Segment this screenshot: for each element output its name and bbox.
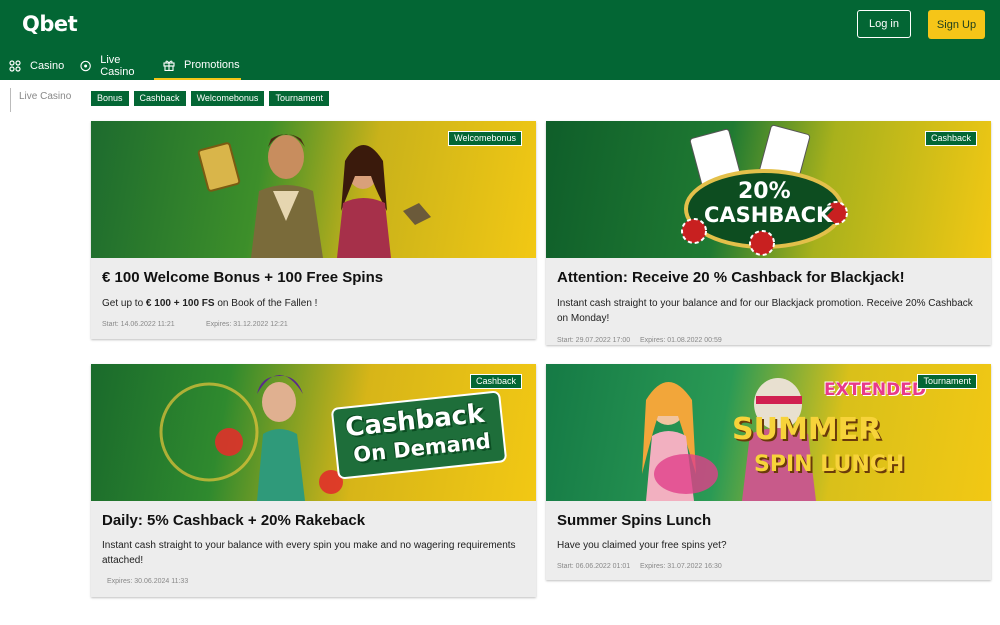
card-tag-cashback: Cashback xyxy=(924,131,977,146)
live-casino-icon xyxy=(80,60,91,72)
nav-item-live-casino[interactable]: Live Casino xyxy=(73,52,154,80)
nav-live-casino-label: Live Casino xyxy=(100,54,135,78)
card-title: Daily: 5% Cashback + 20% Rakeback xyxy=(102,512,366,529)
card-tag-tournament: Tournament xyxy=(917,374,977,389)
card-description: Instant cash straight to your balance wi… xyxy=(102,540,516,566)
card-description: Get up to € 100 + 100 FS on Book of the … xyxy=(102,298,318,309)
card-description: Have you claimed your free spins yet? xyxy=(557,540,727,551)
card-expiry-date: Expires: 31.07.2022 16:30 xyxy=(640,563,722,570)
filter-tag-welcomebonus[interactable]: Welcomebonus xyxy=(190,91,265,106)
promo-card-welcome[interactable]: Welcomebonus € 100 Welcome Bonus + 100 F… xyxy=(91,121,536,339)
card-title: Summer Spins Lunch xyxy=(557,512,712,529)
casino-icon xyxy=(9,60,21,72)
nav-promotions-label: Promotions xyxy=(184,59,240,71)
card-title: Attention: Receive 20 % Cashback for Bla… xyxy=(557,269,905,286)
promo-banner-welcome: Welcomebonus xyxy=(91,121,536,258)
card-description: Instant cash straight to your balance an… xyxy=(557,298,973,324)
main-nav: Casino Live Casino Promotions xyxy=(0,52,241,80)
banner-text-extended: EXTENDED xyxy=(824,380,926,400)
filter-tag-bonus[interactable]: Bonus xyxy=(91,91,129,106)
sidebar-item-live-casino[interactable]: Live Casino xyxy=(19,91,71,102)
filter-tag-tournament[interactable]: Tournament xyxy=(269,91,329,106)
nav-item-promotions[interactable]: Promotions xyxy=(154,52,241,80)
banner-text-cashback: CASHBACK xyxy=(704,203,833,227)
card-expiry-date: Expires: 30.06.2024 11:33 xyxy=(107,578,189,585)
promo-card-summer-spins[interactable]: EXTENDED SUMMER SPIN LUNCH Tournament Su… xyxy=(546,364,991,580)
banner-text-spin-lunch: SPIN LUNCH xyxy=(754,452,905,477)
promo-banner-blackjack: 20% CASHBACK Cashback xyxy=(546,121,991,258)
promo-banner-summer: EXTENDED SUMMER SPIN LUNCH Tournament xyxy=(546,364,991,501)
card-expiry-date: Expires: 31.12.2022 12:21 xyxy=(206,321,288,328)
banner-text-summer: SUMMER xyxy=(732,412,882,447)
card-start-date: Start: 29.07.2022 17:00 xyxy=(557,337,631,344)
qbet-logo[interactable]: Qbet xyxy=(22,12,78,36)
gift-icon xyxy=(163,60,175,71)
top-header: Qbet Log in Sign Up Casino Live Casino P… xyxy=(0,0,1000,80)
banner-text-percent: 20% xyxy=(738,179,791,204)
card-tag-welcomebonus: Welcomebonus xyxy=(448,131,522,146)
nav-item-casino[interactable]: Casino xyxy=(0,52,73,80)
card-start-date: Start: 14.06.2022 11:21 xyxy=(102,321,175,328)
card-expiry-date: Expires: 01.08.2022 00:59 xyxy=(640,337,722,344)
promo-banner-cashback-demand: Cashback On Demand Cashback xyxy=(91,364,536,501)
filter-tags: Bonus Cashback Welcomebonus Tournament xyxy=(91,91,334,106)
signup-button[interactable]: Sign Up xyxy=(928,10,985,39)
card-tag-cashback: Cashback xyxy=(469,374,522,389)
nav-casino-label: Casino xyxy=(30,60,65,72)
login-button[interactable]: Log in xyxy=(857,10,911,38)
filter-tag-cashback[interactable]: Cashback xyxy=(133,91,186,106)
promo-card-daily-cashback[interactable]: Cashback On Demand Cashback Daily: 5% Ca… xyxy=(91,364,536,597)
promo-card-blackjack[interactable]: 20% CASHBACK Cashback Attention: Receive… xyxy=(546,121,991,345)
card-title: € 100 Welcome Bonus + 100 Free Spins xyxy=(102,269,384,286)
card-start-date: Start: 06.06.2022 01:01 xyxy=(557,563,631,570)
sidebar-divider xyxy=(10,88,11,112)
